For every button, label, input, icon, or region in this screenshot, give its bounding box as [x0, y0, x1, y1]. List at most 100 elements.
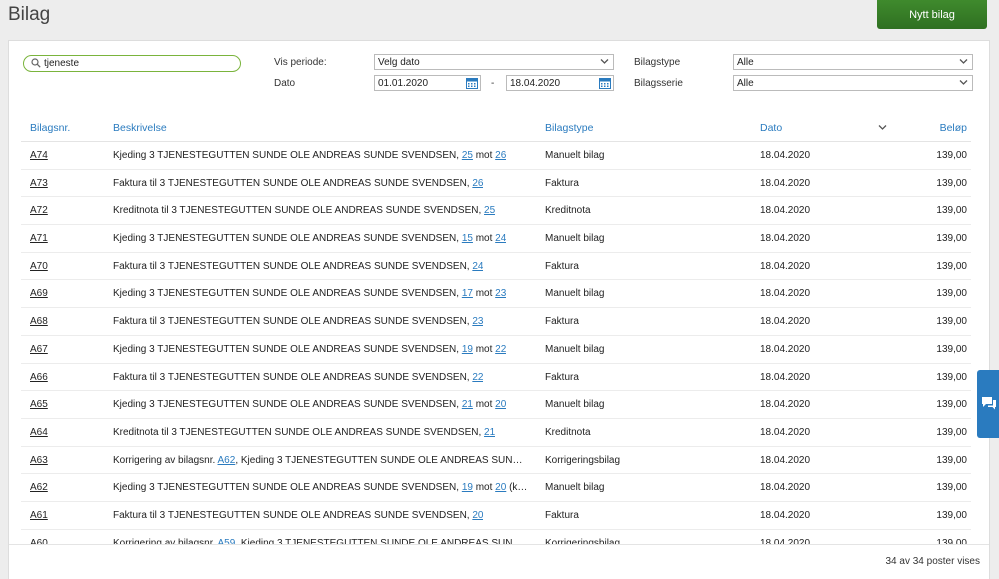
table-footer: 34 av 34 poster vises [9, 544, 989, 579]
description-text: mot [472, 482, 496, 494]
voucher-number-link[interactable]: A63 [30, 455, 48, 466]
description-text: Faktura til 3 TJENESTEGUTTEN SUNDE OLE A… [113, 177, 473, 189]
reference-link[interactable]: A62 [218, 455, 236, 466]
date-cell: 18.04.2020 [760, 426, 811, 438]
column-header-dato[interactable]: Dato [760, 122, 782, 134]
table-row[interactable]: A71 Kjeding 3 TJENESTEGUTTEN SUNDE OLE AN… [21, 225, 971, 253]
voucher-number-link[interactable]: A74 [30, 150, 48, 161]
voucher-number-link[interactable]: A73 [30, 178, 48, 189]
voucher-type-cell: Kreditnota [545, 426, 591, 438]
table-row[interactable]: A74 Kjeding 3 TJENESTEGUTTEN SUNDE OLE AN… [21, 142, 971, 170]
table-row[interactable]: A72 Kreditnota til 3 TJENESTEGUTTEN SUNDE… [21, 197, 971, 226]
voucher-number-link[interactable]: A68 [30, 316, 48, 327]
voucher-number-link[interactable]: A61 [30, 510, 48, 521]
voucher-number-link[interactable]: A70 [30, 261, 48, 272]
voucher-number-link[interactable]: A62 [30, 482, 48, 493]
voucher-type-cell: Manuelt bilag [545, 343, 605, 355]
amount-cell: 139,00 [936, 509, 967, 521]
date-to-value: 18.04.2020 [510, 78, 561, 89]
date-from-value: 01.01.2020 [378, 78, 429, 89]
reference-link[interactable]: 20 [472, 510, 483, 521]
voucher-number-link[interactable]: A66 [30, 372, 48, 383]
amount-cell: 139,00 [936, 177, 967, 189]
description-cell: Kjeding 3 TJENESTEGUTTEN SUNDE OLE ANDRE… [113, 233, 506, 244]
voucher-number-link[interactable]: A72 [30, 205, 48, 216]
table-row[interactable]: A68 Faktura til 3 TJENESTEGUTTEN SUNDE OL… [21, 308, 971, 336]
voucher-type-cell: Faktura [545, 509, 579, 521]
table-row[interactable]: A61 Faktura til 3 TJENESTEGUTTEN SUNDE OL… [21, 502, 971, 530]
vis-periode-value: Velg dato [378, 57, 420, 68]
description-text: Kjeding 3 TJENESTEGUTTEN SUNDE OLE ANDRE… [113, 343, 462, 355]
chat-tab[interactable] [977, 370, 999, 438]
reference-link[interactable]: 22 [495, 344, 506, 355]
date-from-field[interactable]: 01.01.2020 [374, 75, 481, 91]
table-row[interactable]: A73 Faktura til 3 TJENESTEGUTTEN SUNDE OL… [21, 170, 971, 198]
table-row[interactable]: A67 Kjeding 3 TJENESTEGUTTEN SUNDE OLE AN… [21, 336, 971, 364]
reference-link[interactable]: 23 [472, 316, 483, 327]
calendar-icon[interactable] [466, 77, 478, 89]
record-count: 34 av 34 poster vises [885, 556, 981, 567]
description-cell: Faktura til 3 TJENESTEGUTTEN SUNDE OLE A… [113, 178, 483, 189]
date-cell: 18.04.2020 [760, 177, 811, 189]
description-text: Kjeding 3 TJENESTEGUTTEN SUNDE OLE ANDRE… [113, 482, 462, 494]
search-input[interactable] [44, 57, 234, 70]
table-row[interactable]: A62 Kjeding 3 TJENESTEGUTTEN SUNDE OLE AN… [21, 474, 971, 502]
voucher-number-link[interactable]: A64 [30, 427, 48, 438]
voucher-number-link[interactable]: A65 [30, 399, 48, 410]
description-text: Kreditnota til 3 TJENESTEGUTTEN SUNDE OL… [113, 426, 485, 438]
table-row[interactable]: A69 Kjeding 3 TJENESTEGUTTEN SUNDE OLE AN… [21, 280, 971, 309]
reference-link[interactable]: 21 [462, 399, 473, 410]
reference-link[interactable]: 20 [495, 482, 506, 493]
reference-link[interactable]: 24 [472, 261, 483, 272]
table-row[interactable]: A64 Kreditnota til 3 TJENESTEGUTTEN SUNDE… [21, 419, 971, 447]
voucher-number-link[interactable]: A71 [30, 233, 48, 244]
description-text: Kjeding 3 TJENESTEGUTTEN SUNDE OLE ANDRE… [113, 233, 462, 245]
reference-link[interactable]: 26 [495, 150, 506, 161]
reference-link[interactable]: 19 [462, 344, 473, 355]
reference-link[interactable]: 26 [472, 178, 483, 189]
table-row[interactable]: A65 Kjeding 3 TJENESTEGUTTEN SUNDE OLE AN… [21, 391, 971, 419]
vis-periode-select[interactable]: Velg dato [374, 54, 614, 70]
column-header-belop[interactable]: Beløp [940, 122, 967, 134]
description-cell: Faktura til 3 TJENESTEGUTTEN SUNDE OLE A… [113, 510, 483, 521]
reference-link[interactable]: 20 [495, 399, 506, 410]
voucher-number-link[interactable]: A67 [30, 344, 48, 355]
description-text: Faktura til 3 TJENESTEGUTTEN SUNDE OLE A… [113, 509, 473, 521]
table-row[interactable]: A66 Faktura til 3 TJENESTEGUTTEN SUNDE OL… [21, 364, 971, 392]
description-text: mot [472, 399, 496, 411]
reference-link[interactable]: 17 [462, 288, 473, 299]
table-row[interactable]: A70 Faktura til 3 TJENESTEGUTTEN SUNDE OL… [21, 253, 971, 281]
reference-link[interactable]: 21 [484, 427, 495, 438]
date-range-separator: - [491, 78, 495, 89]
reference-link[interactable]: 23 [495, 288, 506, 299]
column-header-bilagstype[interactable]: Bilagstype [545, 122, 593, 134]
reference-link[interactable]: 15 [462, 233, 473, 244]
table-row[interactable]: A60 Korrigering av bilagsnr. A59, Kjeding… [21, 530, 971, 544]
amount-cell: 139,00 [936, 205, 967, 217]
new-voucher-button[interactable]: Nytt bilag [877, 0, 987, 29]
reference-link[interactable]: 22 [472, 372, 483, 383]
bilagstype-select[interactable]: Alle [733, 54, 973, 70]
description-text: Faktura til 3 TJENESTEGUTTEN SUNDE OLE A… [113, 316, 473, 328]
description-text: (korrigert av bila... [509, 482, 529, 494]
search-icon [31, 58, 41, 68]
calendar-icon[interactable] [599, 77, 611, 89]
reference-link[interactable]: 25 [484, 205, 495, 216]
search-box[interactable] [23, 55, 241, 72]
table-header: Bilagsnr. Beskrivelse Bilagstype Dato Be… [21, 118, 971, 142]
reference-link[interactable]: 24 [495, 233, 506, 244]
table-row[interactable]: A63 Korrigering av bilagsnr. A62, Kjeding… [21, 447, 971, 475]
column-header-bilagsnr[interactable]: Bilagsnr. [30, 122, 70, 134]
reference-link[interactable]: 19 [462, 482, 473, 493]
date-to-field[interactable]: 18.04.2020 [506, 75, 614, 91]
sort-chevron-icon[interactable] [878, 124, 887, 131]
description-text: Faktura til 3 TJENESTEGUTTEN SUNDE OLE A… [113, 260, 473, 272]
voucher-number-link[interactable]: A69 [30, 288, 48, 299]
reference-link[interactable]: 25 [462, 150, 473, 161]
column-header-beskrivelse[interactable]: Beskrivelse [113, 122, 167, 134]
amount-cell: 139,00 [936, 399, 967, 411]
description-text: Faktura til 3 TJENESTEGUTTEN SUNDE OLE A… [113, 371, 473, 383]
bilagsserie-select[interactable]: Alle [733, 75, 973, 91]
bilagsserie-label: Bilagsserie [634, 78, 683, 89]
amount-cell: 139,00 [936, 260, 967, 272]
